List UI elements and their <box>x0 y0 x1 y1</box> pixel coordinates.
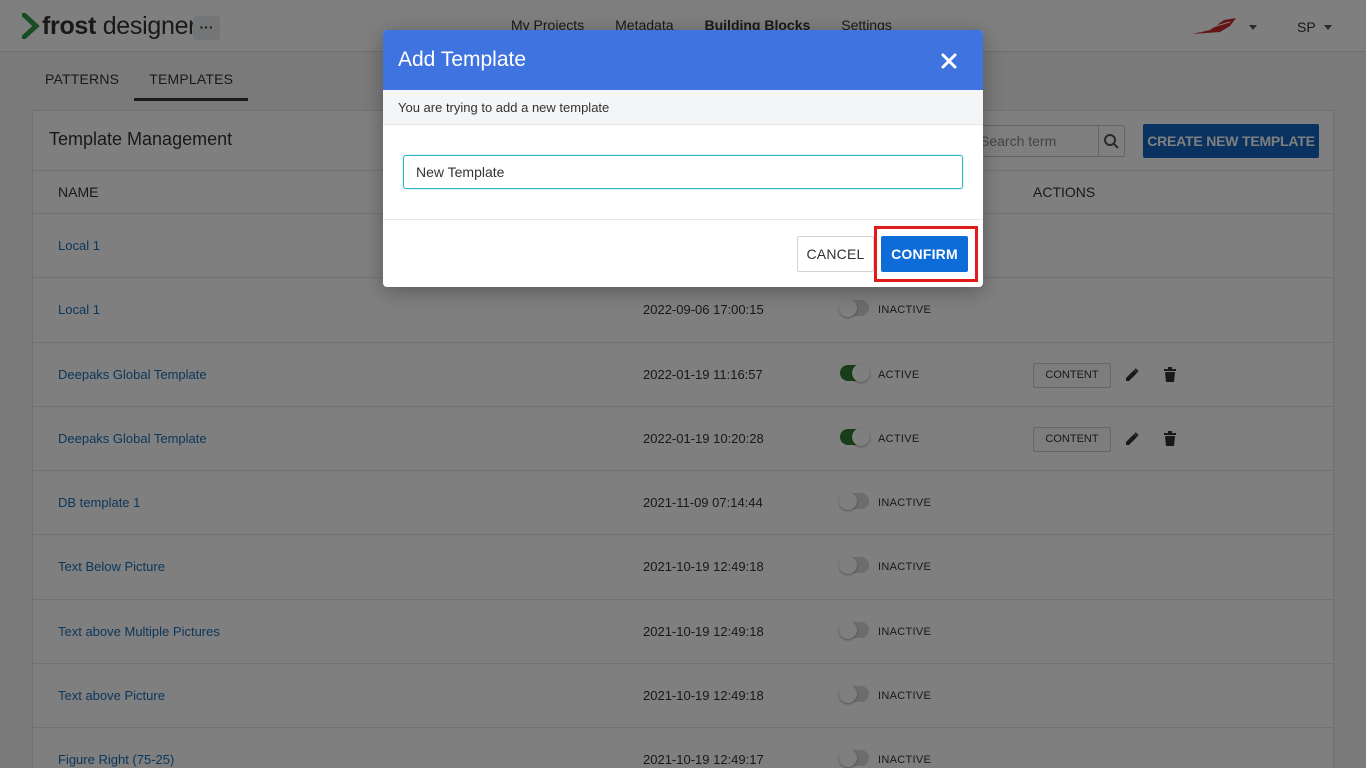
close-icon[interactable] <box>940 52 958 70</box>
dialog-subtitle: You are trying to add a new template <box>383 90 983 125</box>
dialog-header: Add Template <box>383 30 983 90</box>
confirm-button[interactable]: CONFIRM <box>881 236 968 272</box>
dialog-title: Add Template <box>398 48 527 71</box>
add-template-dialog: Add Template You are trying to add a new… <box>383 30 983 287</box>
cancel-button[interactable]: CANCEL <box>797 236 874 272</box>
dialog-footer-divider <box>383 219 983 220</box>
template-name-input[interactable] <box>403 155 963 189</box>
